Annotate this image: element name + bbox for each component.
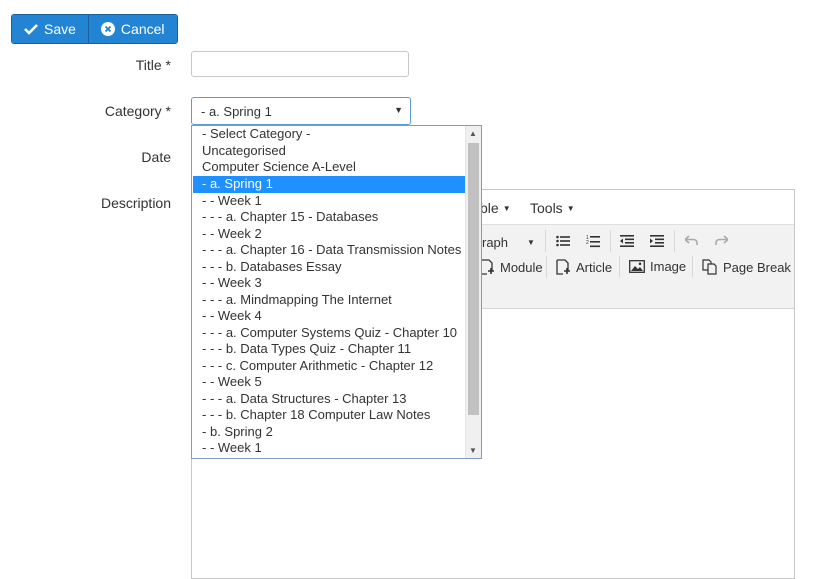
description-label: Description [100,195,171,211]
format-select[interactable]: raph ▼ [482,235,535,250]
category-option[interactable]: Computer Science A-Level [193,159,465,176]
category-option[interactable]: - b. Spring 2 [193,424,465,441]
dropdown-scrollbar[interactable]: ▲ ▼ [465,126,481,458]
module-icon [480,259,494,275]
caret-down-icon: ▼ [502,204,511,213]
cancel-circle-icon [100,22,115,36]
category-option[interactable]: - - - b. Databases Essay [193,259,465,276]
menu-tools[interactable]: Tools ▼ [530,200,575,216]
svg-text:2: 2 [586,240,589,246]
caret-down-icon: ▼ [394,105,403,115]
save-label: Save [44,21,76,37]
category-option[interactable]: - - - a. Computer Systems Quiz - Chapter… [193,325,465,342]
category-dropdown-list[interactable]: - Select Category - Uncategorised Comput… [191,125,482,459]
numbered-list-icon[interactable]: 1 2 [586,234,600,248]
scroll-down-arrow-icon[interactable]: ▼ [469,446,477,455]
toolbar-separator [619,256,620,278]
insert-image-button[interactable]: Image [629,259,686,274]
format-select-label: raph [482,235,509,250]
category-option[interactable]: - - Week 4 [193,308,465,325]
category-option[interactable]: - Select Category - [193,126,465,143]
category-option[interactable]: - - - a. Mindmapping The Internet [193,292,465,309]
title-label: Title * [135,57,171,73]
category-option[interactable]: - - - b. Data Types Quiz - Chapter 11 [193,341,465,358]
category-option[interactable]: - - - b. Chapter 18 Computer Law Notes [193,407,465,424]
page-break-button[interactable]: Page Break [702,259,791,275]
article-label: Article [576,259,613,275]
module-label: Module [500,259,543,275]
cancel-button[interactable]: Cancel [87,15,177,43]
form-actions: Save Cancel [11,14,178,44]
page-break-label: Page Break [723,259,791,275]
category-option[interactable]: - - Week 1 [193,193,465,210]
scrollbar-thumb[interactable] [468,143,479,415]
toolbar-separator [545,230,546,252]
check-icon [24,24,38,35]
image-icon [629,260,645,273]
bullet-list-icon[interactable] [556,235,570,247]
article-icon [556,259,570,275]
page-break-icon [702,259,717,275]
toolbar-separator [546,256,547,278]
category-option[interactable]: - - - a. Data Structures - Chapter 13 [193,391,465,408]
title-input[interactable] [191,51,409,77]
category-select[interactable]: - a. Spring 1 ▼ [191,97,411,125]
category-select-value: - a. Spring 1 [201,104,272,119]
image-label: Image [650,259,687,274]
insert-article-button[interactable]: Article [556,259,612,275]
category-option[interactable]: - - Week 5 [193,374,465,391]
category-label: Category * [104,103,171,119]
insert-module-button[interactable]: Module [480,259,543,275]
menu-tools-label: Tools [530,200,563,216]
outdent-icon[interactable] [620,235,634,247]
caret-down-icon: ▼ [566,204,575,213]
category-option[interactable]: - - Week 3 [193,275,465,292]
toolbar-separator [610,230,611,252]
indent-icon[interactable] [650,235,664,247]
save-button[interactable]: Save [12,15,88,43]
toolbar-separator [674,230,675,252]
caret-down-icon: ▼ [527,238,535,247]
category-option[interactable]: - - - a. Chapter 15 - Databases [193,209,465,226]
toolbar-separator [692,256,693,278]
date-label: Date [141,149,171,165]
category-option[interactable]: - - Week 2 [193,226,465,243]
category-option[interactable]: Uncategorised [193,143,465,160]
category-option[interactable]: - - - a. Chapter 16 - Data Transmission … [193,242,465,259]
category-option[interactable]: - - Week 1 [193,440,465,457]
cancel-label: Cancel [120,21,165,37]
redo-icon[interactable] [715,235,728,246]
category-option-selected[interactable]: - a. Spring 1 [193,176,465,193]
undo-icon[interactable] [685,235,698,246]
scroll-up-arrow-icon[interactable]: ▲ [469,129,477,138]
menu-table[interactable]: ble ▼ [480,200,511,216]
menu-table-label: ble [480,200,499,216]
category-option[interactable]: - - - c. Computer Arithmetic - Chapter 1… [193,358,465,375]
